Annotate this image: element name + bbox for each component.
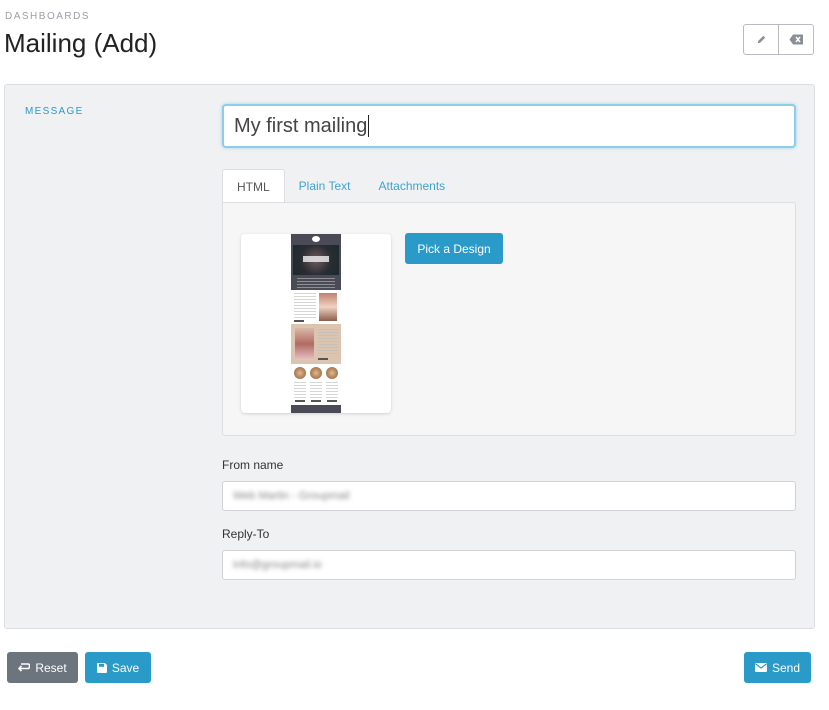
section-label-message: MESSAGE [25, 106, 84, 117]
send-button[interactable]: Send [744, 652, 811, 683]
from-name-value: Web Martin - Groupmail [233, 490, 350, 502]
tab-attachments[interactable]: Attachments [364, 169, 459, 203]
design-thumbnail[interactable] [241, 234, 391, 413]
reply-to-value: info@groupmail.io [233, 559, 322, 571]
email-preview-image [291, 234, 341, 413]
text-caret [368, 115, 370, 137]
reset-label: Reset [35, 660, 67, 675]
tab-plain-text[interactable]: Plain Text [285, 169, 365, 203]
pick-design-button[interactable]: Pick a Design [405, 233, 503, 264]
page-title: Mailing (Add) [4, 28, 158, 58]
tab-html[interactable]: HTML [222, 169, 285, 203]
subject-input[interactable]: My first mailing [222, 104, 796, 148]
content-tabs: HTML Plain Text Attachments [222, 169, 459, 203]
reset-button[interactable]: Reset [7, 652, 78, 683]
edit-button[interactable] [744, 25, 778, 54]
envelope-icon [754, 663, 767, 672]
send-label: Send [771, 660, 801, 675]
undo-icon [18, 663, 31, 672]
from-name-label: From name [222, 458, 284, 472]
header-toolbar [743, 24, 814, 55]
save-button[interactable]: Save [85, 652, 151, 683]
mailing-form-panel: MESSAGE My first mailing HTML Plain Text… [4, 84, 815, 629]
floppy-disk-icon [96, 662, 107, 673]
subject-value: My first mailing [234, 114, 368, 137]
breadcrumb: DASHBOARDS [5, 11, 91, 22]
save-label: Save [111, 660, 140, 675]
discard-button[interactable] [778, 25, 813, 54]
backspace-icon [789, 34, 803, 45]
reply-to-input[interactable]: info@groupmail.io [222, 550, 796, 580]
reply-to-label: Reply-To [222, 527, 270, 541]
from-name-input[interactable]: Web Martin - Groupmail [222, 481, 796, 511]
pencil-icon [757, 35, 765, 44]
html-tab-panel: Pick a Design [222, 202, 796, 436]
